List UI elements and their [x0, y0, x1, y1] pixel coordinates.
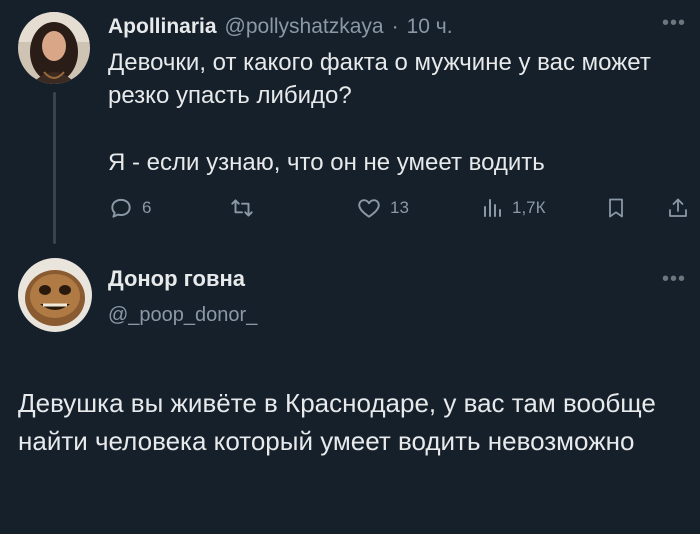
more-icon[interactable]: •••	[662, 12, 686, 35]
views-icon	[484, 199, 501, 217]
bookmark-button[interactable]	[604, 192, 628, 224]
avatar-image	[18, 12, 90, 84]
tweet1-header: Apollinaria @pollyshatzkaya · 10 ч.	[108, 12, 453, 42]
tweet2-handle[interactable]: @_poop_donor_	[108, 304, 257, 327]
retweet-button[interactable]	[228, 192, 256, 224]
tweet1-handle[interactable]: @pollyshatzkaya	[225, 15, 384, 39]
views-count: 1,7К	[512, 198, 546, 217]
reply-button[interactable]: 6	[108, 192, 151, 224]
bookmark-icon	[609, 198, 623, 218]
tweet2-text: Девушка вы живёте в Краснодаре, у вас та…	[18, 388, 656, 456]
like-count: 13	[390, 198, 409, 217]
avatar-apollinaria[interactable]	[18, 12, 90, 84]
tweet1-display-name[interactable]: Apollinaria	[108, 15, 217, 39]
tweet1-text-line1: Девочки, от какого факта о мужчине у вас…	[108, 49, 651, 109]
reply-icon	[111, 198, 131, 218]
like-button[interactable]: 13	[356, 192, 409, 224]
thread-connector-line	[53, 92, 56, 244]
share-button[interactable]	[666, 192, 690, 224]
tweet1-action-bar: 6 13 1,7К	[108, 192, 688, 224]
avatar-poop-donor[interactable]	[18, 258, 92, 332]
like-icon	[358, 199, 380, 218]
tweet1-separator: ·	[391, 15, 399, 38]
more-icon[interactable]: •••	[662, 268, 686, 291]
views-button[interactable]: 1,7К	[480, 192, 546, 224]
tweet1-time[interactable]: 10 ч.	[407, 15, 453, 39]
reply-count: 6	[142, 198, 152, 217]
retweet-icon	[231, 199, 253, 217]
avatar-image	[18, 258, 92, 332]
tweet1-text-line2: Я - если узнаю, что он не умеет водить	[108, 149, 545, 176]
tweet2-display-name[interactable]: Донор говна	[108, 266, 245, 292]
share-icon	[669, 198, 687, 217]
